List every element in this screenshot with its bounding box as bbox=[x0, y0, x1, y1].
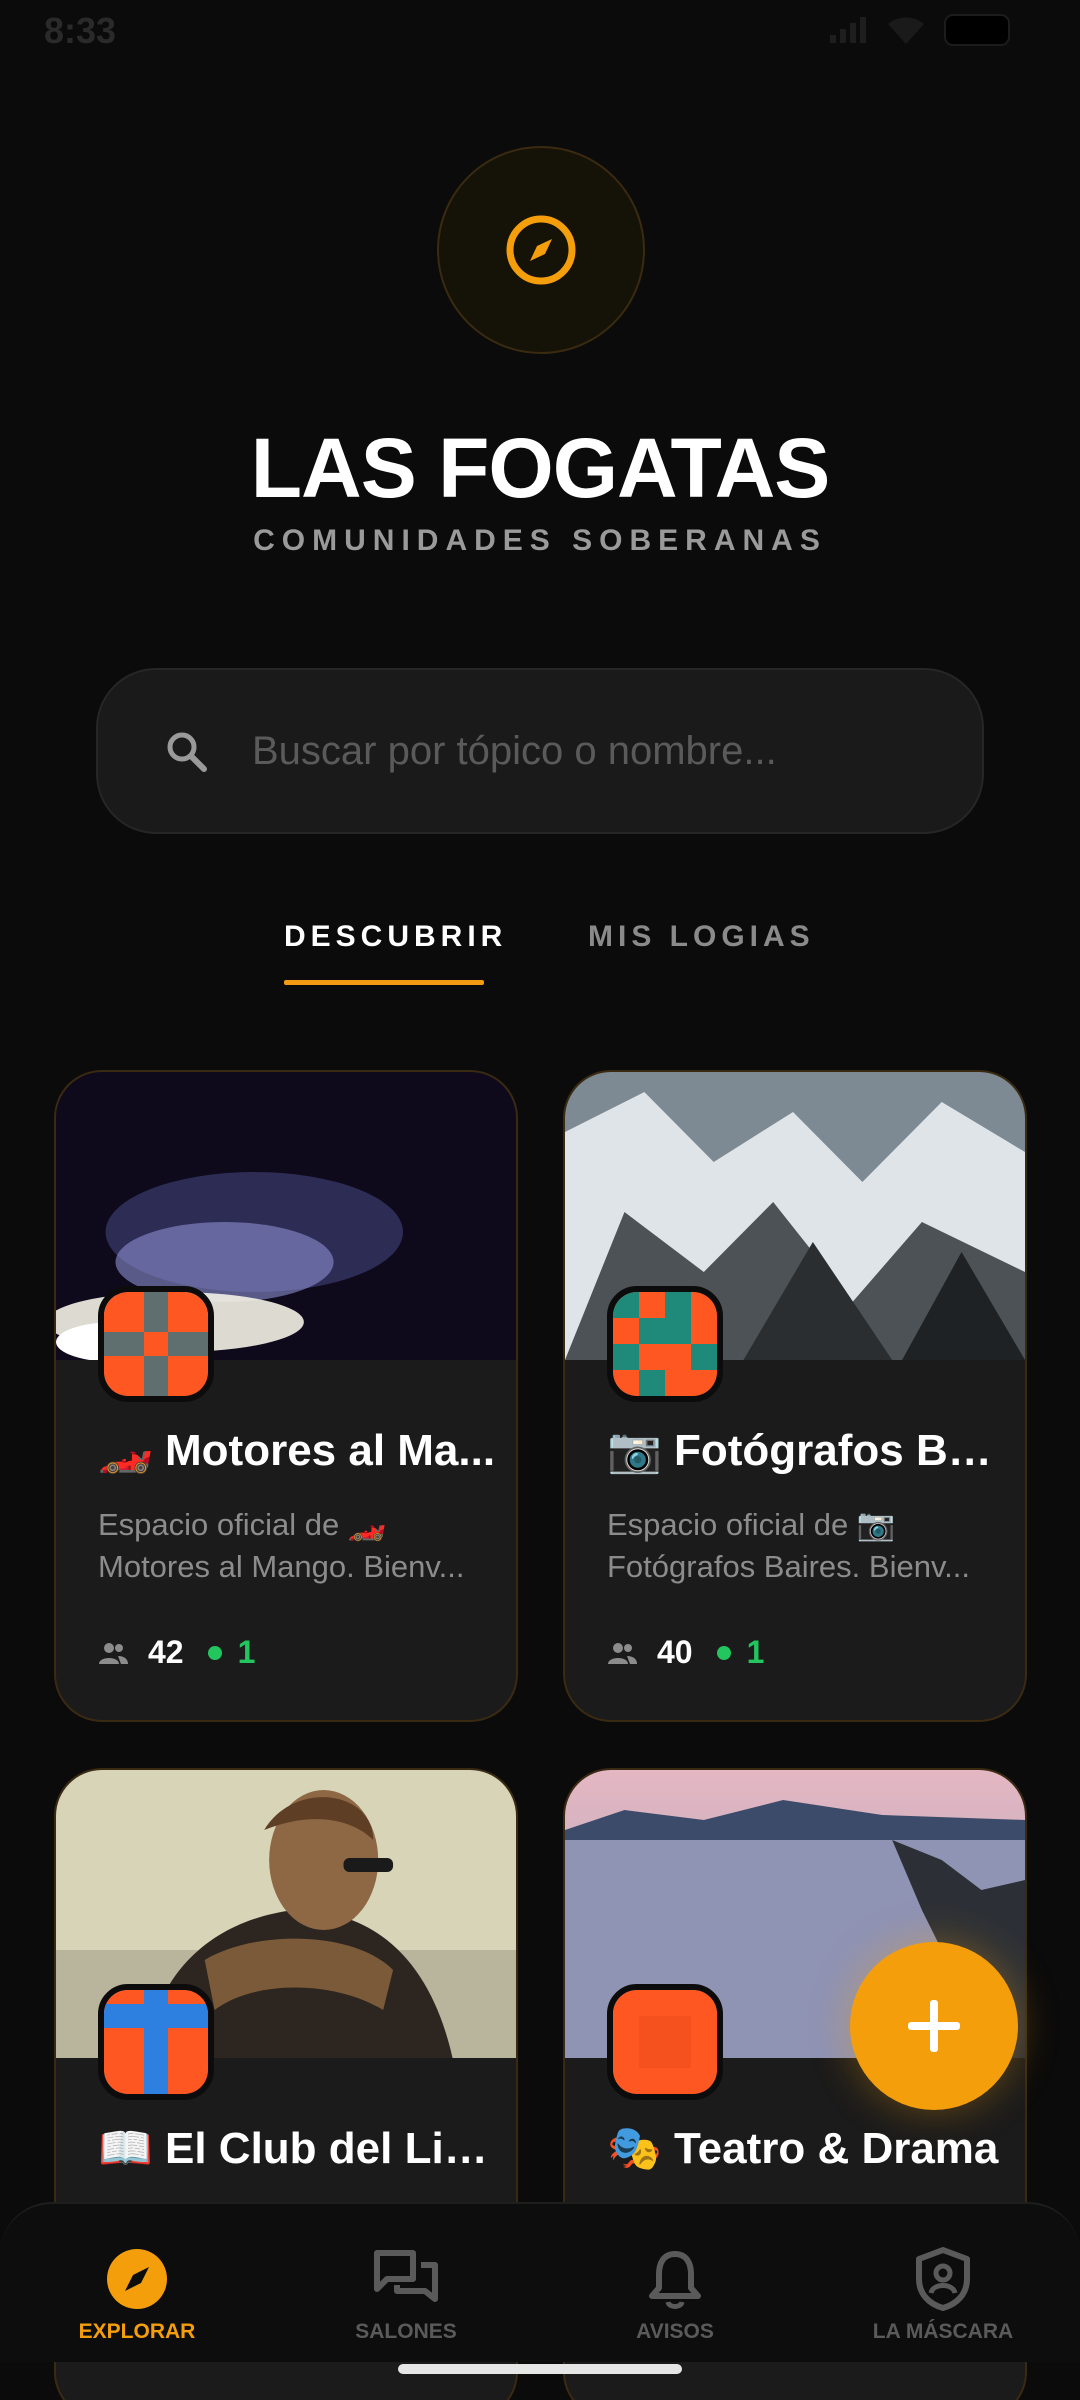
card-title: 🏎️ Motores al Ma... bbox=[98, 1426, 496, 1475]
signal-icon bbox=[830, 17, 866, 43]
online-count: 1 bbox=[746, 1634, 765, 1670]
community-avatar bbox=[98, 1286, 214, 1402]
user-shield-icon bbox=[916, 2247, 970, 2311]
card-description-line: Fotógrafos Baires. Bienv... bbox=[607, 1549, 970, 1584]
status-bar: 8:33 bbox=[0, 0, 1080, 62]
card-description-line: Motores al Mango. Bienv... bbox=[98, 1549, 465, 1584]
community-card[interactable]: 🏎️ Motores al Ma... Espacio oficial de 🏎… bbox=[54, 1070, 518, 1722]
nav-explorar[interactable]: EXPLORAR bbox=[27, 2244, 247, 2344]
compass-icon bbox=[107, 2249, 167, 2309]
tab-mis-logias[interactable]: MIS LOGIAS bbox=[588, 920, 815, 954]
home-indicator[interactable] bbox=[398, 2364, 682, 2374]
status-time: 8:33 bbox=[44, 10, 117, 51]
search-input[interactable] bbox=[252, 728, 892, 774]
members-icon bbox=[99, 1642, 128, 1664]
nav-la-mascara[interactable]: LA MÁSCARA bbox=[833, 2244, 1053, 2344]
online-dot-icon bbox=[716, 1645, 731, 1660]
create-community-button[interactable] bbox=[850, 1942, 1018, 2110]
card-stats: 42 1 bbox=[98, 1634, 255, 1671]
wifi-icon bbox=[888, 17, 924, 44]
card-title: 📷 Fotógrafos Bai... bbox=[607, 1426, 1007, 1475]
nav-label: SALONES bbox=[355, 2320, 457, 2343]
card-description: Espacio oficial de 📷 Fotógrafos Baires. … bbox=[607, 1504, 997, 1588]
community-avatar bbox=[607, 1286, 723, 1402]
community-card[interactable]: 📷 Fotógrafos Bai... Espacio oficial de 📷… bbox=[563, 1070, 1027, 1722]
tab-bar: DESCUBRIR MIS LOGIAS bbox=[0, 920, 1080, 985]
status-icons bbox=[828, 14, 1010, 46]
card-description-line: Espacio oficial de 📷 bbox=[607, 1507, 896, 1542]
card-description-line: Espacio oficial de 🏎️ bbox=[98, 1507, 387, 1542]
community-avatar bbox=[98, 1984, 214, 2100]
compass-logo bbox=[437, 146, 645, 354]
online-count: 1 bbox=[237, 1634, 256, 1670]
battery-icon bbox=[944, 14, 1010, 46]
active-tab-indicator bbox=[284, 980, 484, 985]
member-count: 40 bbox=[657, 1634, 693, 1670]
card-description: Espacio oficial de 🏎️ Motores al Mango. … bbox=[98, 1504, 488, 1588]
members-icon bbox=[608, 1642, 637, 1664]
page-subtitle: COMUNIDADES SOBERANAS bbox=[253, 524, 827, 557]
nav-label: LA MÁSCARA bbox=[872, 2320, 1014, 2343]
plus-icon bbox=[908, 2000, 960, 2052]
online-dot-icon bbox=[207, 1645, 222, 1660]
community-avatar bbox=[607, 1984, 723, 2100]
member-count: 42 bbox=[148, 1634, 184, 1670]
nav-avisos[interactable]: AVISOS bbox=[565, 2244, 785, 2344]
bottom-navigation: EXPLORAR SALONES AVISOS LA MÁSCARA bbox=[0, 2202, 1080, 2362]
search-icon bbox=[167, 732, 207, 772]
nav-salones[interactable]: SALONES bbox=[296, 2244, 516, 2344]
search-bar[interactable] bbox=[96, 668, 984, 834]
bell-icon bbox=[649, 2251, 701, 2309]
card-title: 📖 El Club del Libro bbox=[98, 2124, 498, 2173]
card-title: 🎭 Teatro & Drama bbox=[607, 2124, 999, 2173]
nav-label: AVISOS bbox=[636, 2320, 714, 2343]
page-title: LAS FOGATAS bbox=[250, 421, 831, 515]
tab-descubrir[interactable]: DESCUBRIR bbox=[284, 920, 507, 954]
nav-label: EXPLORAR bbox=[78, 2320, 196, 2343]
chat-icon bbox=[374, 2250, 438, 2302]
card-stats: 40 1 bbox=[607, 1634, 764, 1671]
compass-icon bbox=[506, 215, 576, 285]
